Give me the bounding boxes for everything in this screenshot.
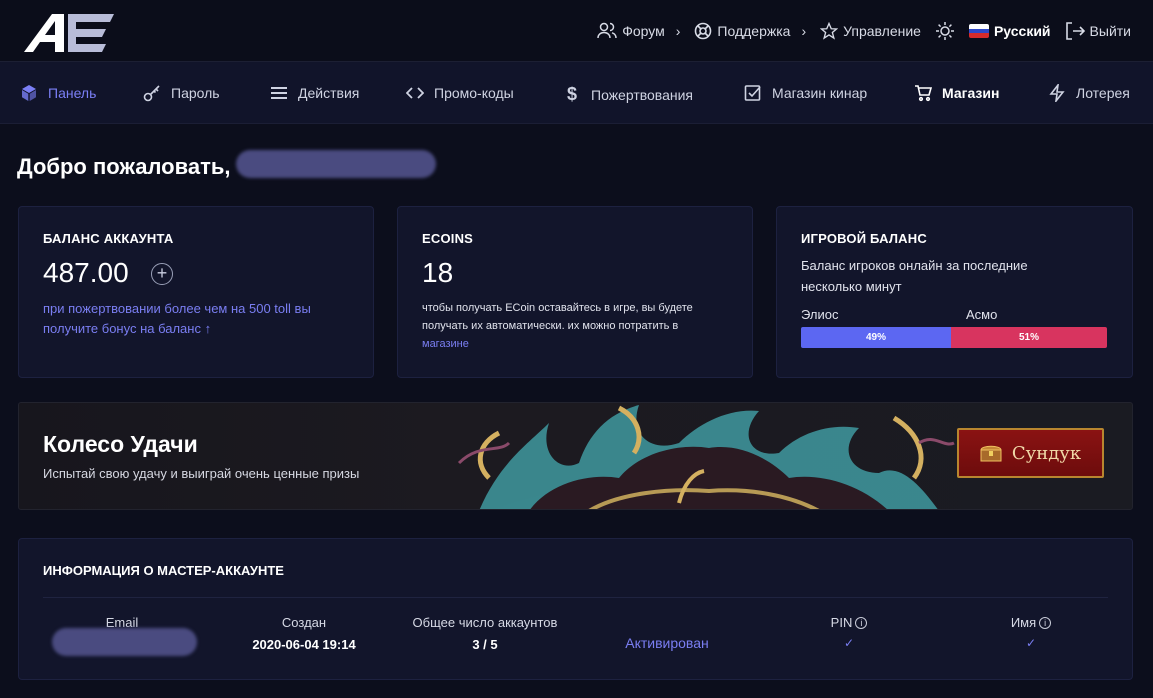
account-balance-card: БАЛАНС АККАУНТА 487.00 + при пожертвован… (18, 206, 374, 378)
language-selector[interactable]: Русский (968, 23, 1051, 39)
accounts-value: 3 / 5 (472, 637, 498, 652)
main-nav: Панель Пароль Действия Промо-коды $ Поже… (0, 62, 1153, 124)
chevron-right-icon: › (801, 23, 807, 39)
faction1-bar: 49% (801, 327, 951, 348)
chest-button[interactable]: Сундук (957, 428, 1104, 478)
sun-icon (935, 22, 954, 40)
logout-label: Выйти (1089, 23, 1131, 39)
ecoins-note: чтобы получать ECoin оставайтесь в игре,… (422, 302, 693, 332)
logo[interactable] (22, 12, 114, 54)
divider (43, 597, 1108, 598)
status-column: Активирован (607, 635, 727, 651)
nav-label: Магазин кинар (772, 85, 868, 101)
status-activated[interactable]: Активирован (607, 635, 727, 651)
banner-subtitle: Испытай свою удачу и выиграй очень ценны… (43, 466, 360, 481)
logout-link[interactable]: Выйти (1065, 22, 1131, 40)
welcome-heading: Добро пожаловать, (17, 154, 231, 179)
created-column: Создан 2020-06-04 19:14 (224, 615, 384, 652)
russia-flag-icon (968, 24, 989, 38)
nav-label: Лотерея (1076, 85, 1130, 101)
master-account-panel: ИНФОРМАЦИЯ О МАСТЕР-АККАУНТЕ Email Созда… (18, 538, 1133, 680)
top-nav: Форум › Поддержка › Управление Русский В… (597, 0, 1131, 62)
nav-label: Пожертвования (591, 86, 693, 103)
faction-balance-bar: 49% 51% (801, 327, 1107, 348)
star-icon (820, 22, 839, 40)
ecoins-shop-link[interactable]: магазине (422, 338, 469, 350)
created-value: 2020-06-04 19:14 (252, 637, 356, 652)
nav-item-password[interactable]: Пароль (143, 84, 220, 102)
cart-icon (915, 85, 932, 102)
lifebuoy-icon (695, 22, 712, 40)
nav-label: Промо-коды (434, 85, 514, 101)
logout-icon (1065, 22, 1085, 40)
cube-icon (22, 85, 36, 101)
card-title: ИГРОВОЙ БАЛАНС (801, 231, 927, 246)
faction2-bar: 51% (950, 327, 1107, 348)
card-title: ECOINS (422, 231, 474, 246)
list-icon (271, 87, 287, 99)
name-column: Имя i ✓ (991, 615, 1071, 650)
redacted-email (52, 628, 197, 656)
balance-value: 487.00 (43, 257, 129, 288)
nav-item-lottery[interactable]: Лотерея (1048, 84, 1130, 102)
support-label: Поддержка (717, 23, 791, 39)
nav-label: Действия (298, 85, 360, 101)
game-balance-card: ИГРОВОЙ БАЛАНС Баланс игроков онлайн за … (776, 206, 1133, 378)
key-icon (143, 85, 160, 102)
wheel-of-fortune-banner[interactable]: Колесо Удачи Испытай свою удачу и выигра… (18, 402, 1133, 510)
ecoins-value: 18 (422, 257, 454, 288)
manage-label: Управление (843, 23, 921, 39)
forum-link[interactable]: Форум › (597, 22, 680, 40)
card-title: БАЛАНС АККАУНТА (43, 231, 174, 246)
ecoins-card: ECOINS 18 чтобы получать ECoin оставайте… (397, 206, 753, 378)
top-bar: AE Форум › Поддержка › Управление Русски… (0, 0, 1153, 62)
accounts-column: Общее число аккаунтов 3 / 5 (405, 615, 565, 652)
manage-link[interactable]: Управление (820, 22, 921, 40)
dollar-icon: $ (566, 84, 577, 104)
info-icon[interactable]: i (855, 617, 868, 629)
faction1-label: Элиос (801, 307, 839, 322)
code-icon (406, 87, 424, 99)
chest-icon (980, 445, 1002, 462)
users-icon (597, 22, 617, 39)
theme-toggle[interactable] (935, 21, 955, 41)
accounts-label: Общее число аккаунтов (412, 615, 558, 630)
game-balance-desc: Баланс игроков онлайн за последние неско… (801, 258, 1028, 294)
created-label: Создан (281, 615, 327, 630)
language-label: Русский (993, 23, 1051, 39)
banner-title: Колесо Удачи (43, 431, 198, 457)
nav-label: Панель (48, 85, 97, 101)
forum-label: Форум (622, 23, 665, 39)
nav-item-shop[interactable]: Магазин (914, 84, 999, 102)
nav-label: Магазин (942, 85, 1000, 101)
name-label: Имя (1010, 615, 1037, 630)
support-link[interactable]: Поддержка › (694, 22, 806, 40)
check-icon: ✓ (843, 636, 855, 650)
pin-label: PIN (830, 615, 853, 630)
banner-artwork (450, 403, 955, 509)
nav-item-donations[interactable]: $ Пожертвования (563, 84, 693, 105)
balance-bonus-note[interactable]: при пожертвовании более чем на 500 toll … (43, 299, 353, 339)
nav-item-panel[interactable]: Панель (20, 84, 96, 102)
faction2-label: Асмо (966, 307, 998, 322)
add-balance-icon[interactable]: + (151, 263, 173, 285)
nav-label: Пароль (171, 85, 220, 101)
nav-item-kinah-shop[interactable]: Магазин кинар (744, 84, 867, 102)
chest-button-label: Сундук (1011, 442, 1082, 464)
info-icon[interactable]: i (1039, 617, 1052, 629)
panel-title: ИНФОРМАЦИЯ О МАСТЕР-АККАУНТЕ (43, 563, 284, 578)
chevron-right-icon: › (675, 23, 681, 39)
nav-item-promo[interactable]: Промо-коды (406, 84, 514, 102)
pin-column: PIN i ✓ (809, 615, 889, 650)
bolt-icon (1049, 84, 1065, 102)
redacted-username (236, 150, 436, 178)
check-square-icon (744, 85, 761, 101)
check-icon: ✓ (1025, 636, 1037, 650)
nav-item-actions[interactable]: Действия (270, 84, 359, 102)
